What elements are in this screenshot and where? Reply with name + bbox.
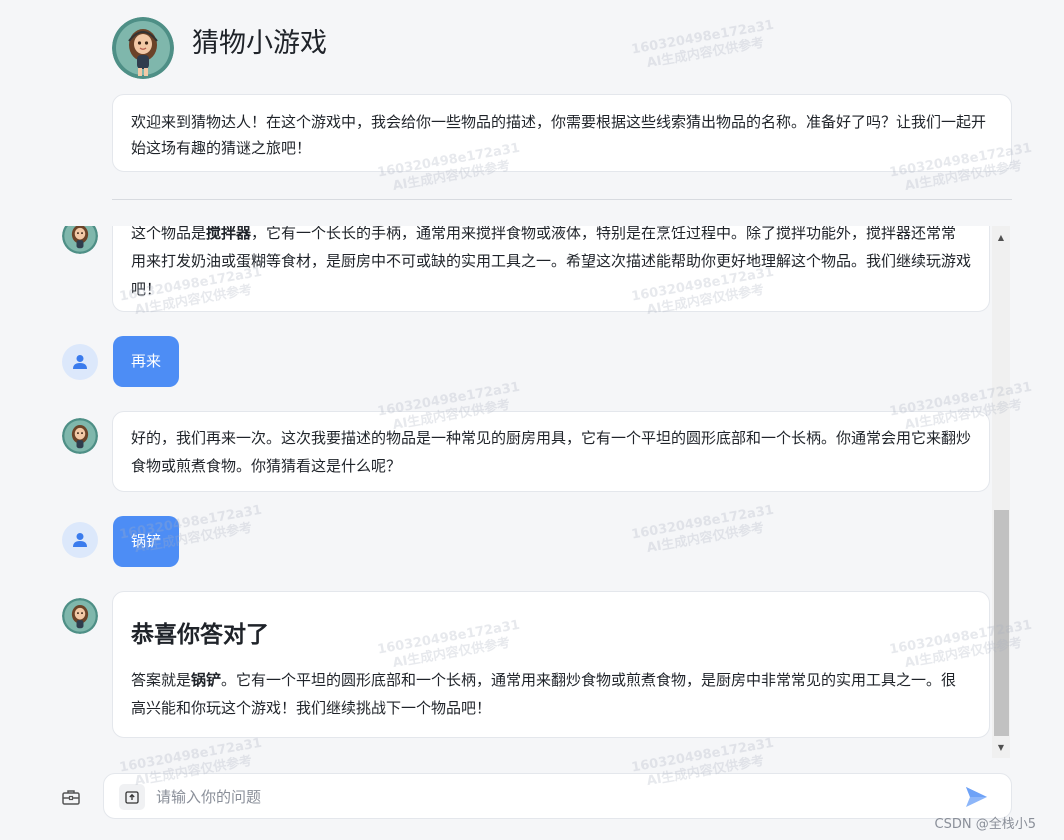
send-icon [966, 787, 987, 807]
app-header: 猜物小游戏 [112, 16, 327, 80]
message-body: 答案就是锅铲。它有一个平坦的圆形底部和一个长柄，通常用来翻炒食物或煎煮食物，是厨… [131, 666, 971, 722]
bot-avatar-icon [62, 598, 98, 634]
scroll-up-arrow-icon[interactable]: ▲ [992, 228, 1010, 246]
send-button[interactable] [962, 784, 990, 810]
chat-message-list[interactable]: 这个物品是搅拌器，它有一个长长的手柄，通常用来搅拌食物或液体，特别是在烹饪过程中… [0, 226, 1012, 758]
header-divider [112, 199, 1012, 200]
scroll-down-arrow-icon[interactable]: ▼ [992, 738, 1010, 756]
user-message-bubble: 再来 [113, 336, 180, 387]
scrollbar-thumb[interactable] [994, 510, 1009, 736]
message-heading: 恭喜你答对了 [131, 622, 269, 648]
upload-file-icon [125, 791, 139, 804]
message-text: 。它有一个平坦的圆形底部和一个长柄，通常用来翻炒食物或煎煮食物，是厨房中非常常见… [131, 671, 957, 717]
toolbox-icon[interactable] [60, 786, 82, 808]
bot-avatar-icon [62, 418, 98, 454]
bot-message-bubble: 恭喜你答对了 答案就是锅铲。它有一个平坦的圆形底部和一个长柄，通常用来翻炒食物或… [112, 591, 990, 738]
chat-scrollbar[interactable]: ▲ ▼ [992, 226, 1010, 758]
bot-avatar-icon [62, 226, 98, 254]
bot-message-bubble: 这个物品是搅拌器，它有一个长长的手柄，通常用来搅拌食物或液体，特别是在烹饪过程中… [112, 226, 990, 312]
message-highlight: 锅铲 [191, 671, 222, 689]
user-avatar-icon [62, 522, 98, 558]
person-icon [73, 533, 87, 547]
message-text: 这个物品是 [131, 226, 207, 242]
question-input[interactable] [156, 782, 946, 812]
chat-input-bar [103, 773, 1012, 819]
author-credit: CSDN @全栈小5 [934, 817, 1036, 832]
bot-avatar-icon [112, 17, 174, 79]
welcome-message-card: 欢迎来到猜物达人！在这个游戏中，我会给你一些物品的描述，你需要根据这些线索猜出物… [112, 94, 1012, 172]
person-icon [73, 355, 87, 369]
message-text: 答案就是 [131, 671, 192, 689]
page-title: 猜物小游戏 [192, 27, 327, 59]
upload-file-button[interactable] [119, 784, 145, 810]
user-avatar-icon [62, 344, 98, 380]
message-text: ，它有一个长长的手柄，通常用来搅拌食物或液体，特别是在烹饪过程中。除了搅拌功能外… [131, 226, 972, 298]
message-highlight: 搅拌器 [206, 226, 252, 242]
bot-message-bubble: 好的，我们再来一次。这次我要描述的物品是一种常见的厨房用具，它有一个平坦的圆形底… [112, 411, 990, 492]
watermark: 160320498e172a31 AI生成内容仅供参考 [630, 17, 775, 72]
user-message-bubble: 锅铲 [113, 516, 180, 567]
